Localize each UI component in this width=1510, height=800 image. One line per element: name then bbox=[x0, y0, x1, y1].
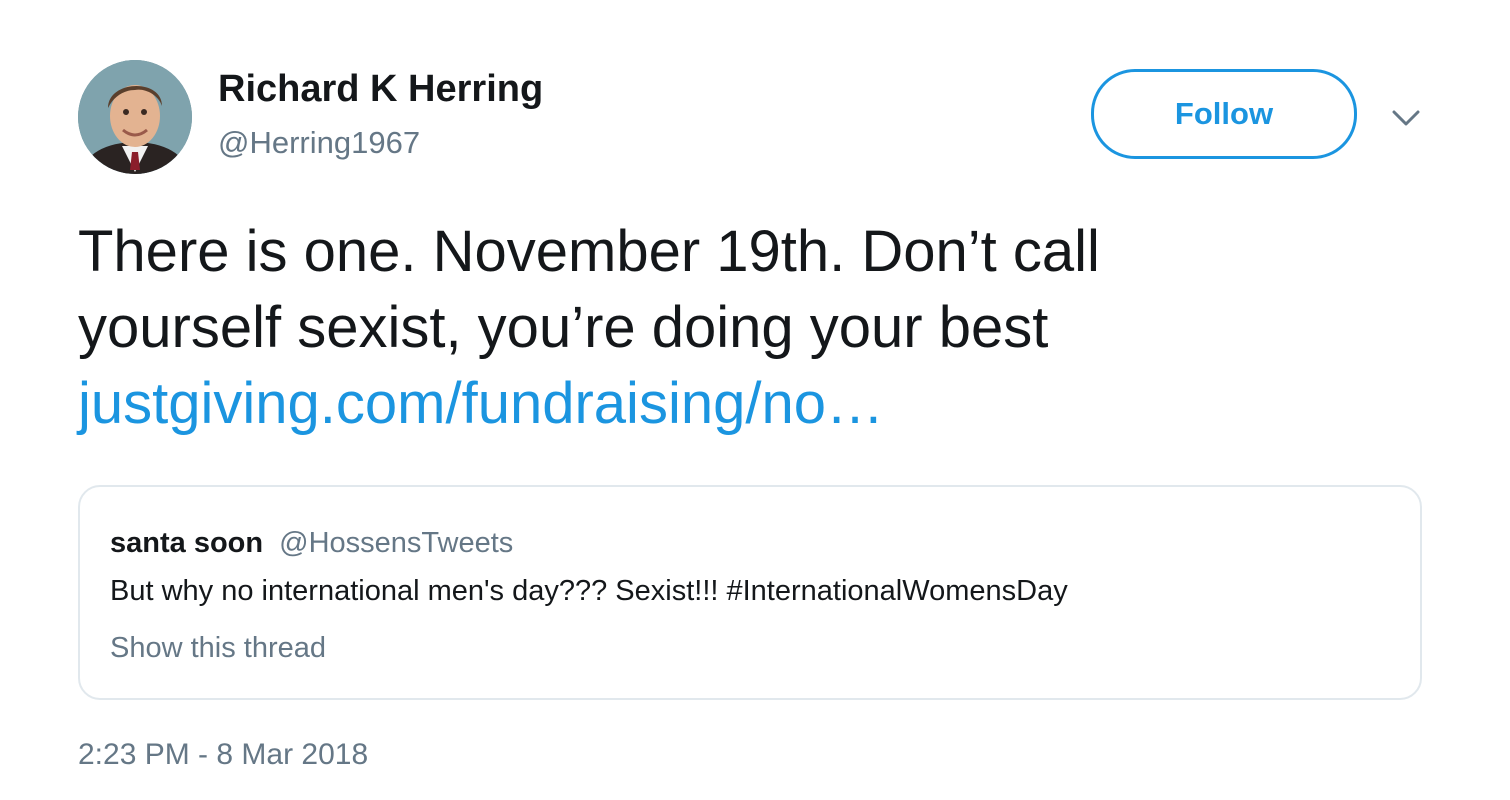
quoted-tweet-text: But why no international men's day??? Se… bbox=[110, 575, 1068, 607]
author-handle[interactable]: @Herring1967 bbox=[218, 125, 420, 161]
tweet-timestamp[interactable]: 2:23 PM - 8 Mar 2018 bbox=[78, 738, 368, 772]
author-display-name[interactable]: Richard K Herring bbox=[218, 68, 543, 111]
quoted-author-name: santa soon bbox=[110, 527, 264, 559]
quoted-author-handle: @HossensTweets bbox=[279, 527, 514, 559]
profile-photo bbox=[78, 60, 192, 174]
quoted-tweet-card[interactable]: santa soon @HossensTweets But why no int… bbox=[78, 485, 1422, 700]
tweet-text-line: yourself sexist, you’re doing your best bbox=[78, 295, 1049, 360]
follow-button[interactable]: Follow bbox=[1091, 69, 1357, 159]
avatar[interactable] bbox=[78, 60, 192, 174]
chevron-down-icon[interactable] bbox=[1388, 104, 1424, 132]
quoted-tweet-header: santa soon @HossensTweets bbox=[110, 527, 513, 560]
tweet-text: There is one. November 19th. Don’t call … bbox=[78, 214, 1378, 442]
tweet-link[interactable]: justgiving.com/fundraising/no… bbox=[78, 371, 884, 436]
tweet-text-line: There is one. November 19th. Don’t call bbox=[78, 219, 1100, 284]
show-thread-link[interactable]: Show this thread bbox=[110, 632, 326, 665]
